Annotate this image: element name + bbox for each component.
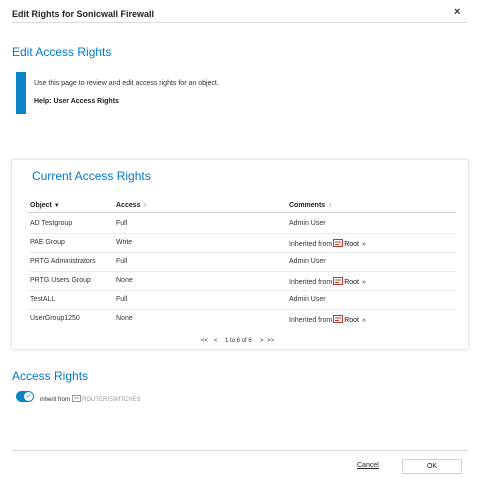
column-header-comments-label: Comments bbox=[289, 202, 326, 209]
pager-first-button[interactable]: << bbox=[201, 338, 208, 344]
pager-summary: 1 to 6 of 6 bbox=[225, 338, 252, 344]
row-object: PRTG Users Group bbox=[30, 277, 91, 284]
row-comment-text: Inherited from bbox=[289, 279, 333, 286]
row-comment: Admin User bbox=[289, 220, 326, 227]
row-comment: Inherited from Root» bbox=[289, 239, 366, 248]
dialog-title: Edit Rights for Sonicwall Firewall bbox=[12, 9, 155, 19]
sort-icon: ⇕ bbox=[327, 203, 333, 209]
row-comment-text: Inherited from bbox=[289, 317, 333, 324]
inherit-toggle[interactable]: ✓ bbox=[16, 391, 34, 402]
check-icon: ✓ bbox=[26, 393, 32, 400]
row-comment: Admin User bbox=[289, 296, 326, 303]
root-group-icon bbox=[333, 239, 344, 247]
row-object: TestALL bbox=[30, 296, 56, 303]
table-row[interactable]: PRTG Users Group None Inherited from Root… bbox=[28, 272, 456, 291]
row-access: Write bbox=[116, 239, 133, 246]
root-group-icon bbox=[333, 277, 344, 285]
row-object: UserGroup1250 bbox=[30, 315, 80, 322]
access-rights-heading: Access Rights bbox=[12, 369, 89, 383]
column-header-object-label: Object bbox=[30, 202, 52, 209]
chevron-right-icon: » bbox=[361, 317, 366, 324]
row-comment: Admin User bbox=[289, 258, 326, 265]
row-access: None bbox=[116, 315, 133, 322]
footer-divider bbox=[12, 450, 468, 451]
column-header-access[interactable]: Access ⇕ bbox=[116, 202, 148, 209]
table-header-divider bbox=[28, 212, 456, 213]
group-icon bbox=[72, 395, 82, 402]
table-row[interactable]: TestALL Full Admin User bbox=[28, 291, 456, 310]
close-icon[interactable]: × bbox=[454, 7, 460, 18]
inherit-label: inherit from ROUTER/SWITCHES bbox=[40, 395, 141, 403]
row-access: Full bbox=[116, 220, 128, 227]
card-title: Current Access Rights bbox=[32, 169, 151, 183]
root-group-icon bbox=[333, 315, 344, 323]
inherit-root-link[interactable]: Root bbox=[344, 241, 359, 248]
pager-prev-button[interactable]: < bbox=[214, 338, 218, 344]
row-comment: Inherited from Root» bbox=[289, 315, 366, 324]
row-object: AD Testgroup bbox=[30, 220, 73, 227]
pager-next-button[interactable]: > bbox=[260, 338, 264, 344]
table-row[interactable]: PAE Group Write Inherited from Root» bbox=[28, 234, 456, 253]
table-row[interactable]: AD Testgroup Full Admin User bbox=[28, 215, 456, 234]
row-object: PRTG Administrators bbox=[30, 258, 96, 265]
help-link[interactable]: Help: User Access Rights bbox=[34, 98, 119, 105]
sort-icon: ⇕ bbox=[142, 203, 148, 209]
column-header-comments[interactable]: Comments ⇕ bbox=[289, 202, 332, 209]
ok-button[interactable]: OK bbox=[402, 459, 462, 474]
table-row[interactable]: PRTG Administrators Full Admin User bbox=[28, 253, 456, 272]
table-row[interactable]: UserGroup1250 None Inherited from Root» bbox=[28, 310, 456, 329]
pager-last-button[interactable]: >> bbox=[267, 338, 274, 344]
column-header-object[interactable]: Object ▼ bbox=[30, 202, 60, 209]
row-access: None bbox=[116, 277, 133, 284]
row-access: Full bbox=[116, 296, 128, 303]
inherit-label-text: inherit from bbox=[40, 397, 71, 403]
titlebar-divider bbox=[12, 22, 468, 23]
info-description: Use this page to review and edit access … bbox=[34, 80, 219, 87]
cancel-button[interactable]: Cancel bbox=[357, 462, 379, 469]
info-box: Use this page to review and edit access … bbox=[16, 72, 316, 114]
row-comment: Inherited from Root» bbox=[289, 277, 366, 286]
inherit-root-link[interactable]: Root bbox=[344, 279, 359, 286]
current-access-rights-card: Current Access Rights Object ▼ Access ⇕ Co… bbox=[12, 160, 468, 349]
chevron-right-icon: » bbox=[361, 241, 366, 248]
row-object: PAE Group bbox=[30, 239, 65, 246]
sort-desc-icon: ▼ bbox=[53, 203, 60, 209]
row-comment-text: Inherited from bbox=[289, 241, 333, 248]
edit-access-rights-heading: Edit Access Rights bbox=[12, 45, 112, 59]
inherit-root-link[interactable]: Root bbox=[344, 317, 359, 324]
chevron-right-icon: » bbox=[361, 279, 366, 286]
info-accent-bar bbox=[16, 72, 26, 114]
column-header-access-label: Access bbox=[116, 202, 141, 209]
inherit-group-name: ROUTER/SWITCHES bbox=[82, 397, 141, 403]
row-access: Full bbox=[116, 258, 128, 265]
